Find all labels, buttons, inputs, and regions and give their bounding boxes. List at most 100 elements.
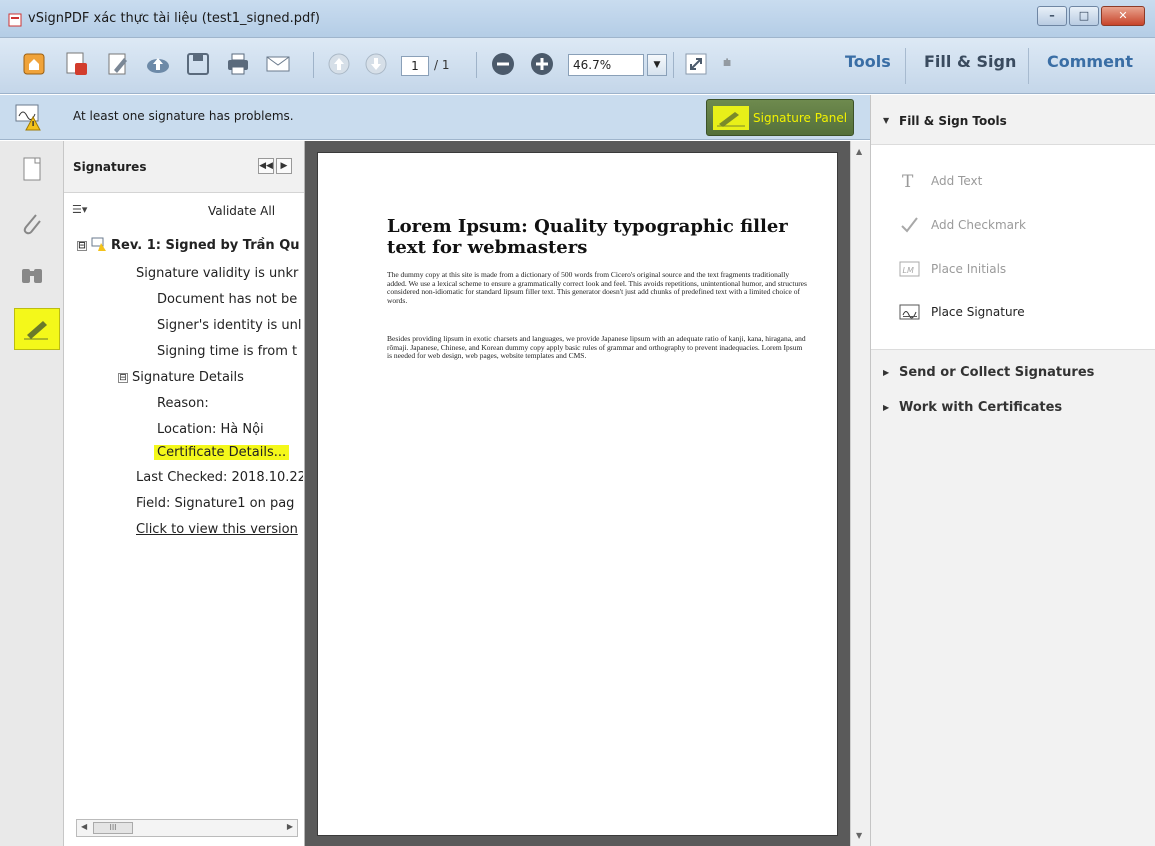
signature-panel-label: Signature Panel [753,111,848,125]
expand-arrow-icon: ▶ [883,368,890,377]
fill-sign-tools-header[interactable]: ▼ Fill & Sign Tools [871,95,1155,145]
tab-separator [905,48,906,84]
signature-problem-message: At least one signature has problems. [73,109,294,123]
document-title: Lorem Ipsum: Quality typographic filler … [387,216,788,258]
signature-panel-button[interactable]: Signature Panel [706,99,854,136]
title-bar: vSignPDF xác thực tài liệu (test1_signed… [0,0,1155,38]
app-icon [8,13,22,27]
scroll-up-arrow[interactable]: ▲ [856,147,862,156]
horizontal-scrollbar[interactable]: ◀ III ▶ [76,819,298,837]
zoom-out-icon[interactable] [489,50,517,78]
tree-item-last-checked[interactable]: Last Checked: 2018.10.22 [136,470,303,485]
signature-pen-icon [24,321,48,340]
send-collect-label: Send or Collect Signatures [899,365,1095,380]
scroll-thumb[interactable]: III [93,822,133,834]
fill-sign-tools-list: T Add Text Add Checkmark LM Place Initia… [871,145,1155,350]
fill-sign-tools-title: Fill & Sign Tools [899,114,1007,128]
create-pdf-icon[interactable] [62,50,90,78]
page-total: / 1 [434,58,450,72]
scroll-left-arrow[interactable]: ◀ [81,822,87,831]
signature-warning-icon [15,104,41,131]
expand-arrow-icon: ▶ [883,403,890,412]
signature-pen-icon [713,106,749,130]
signature-details-node[interactable]: ⊟ Signature Details [118,370,303,385]
revision-node[interactable]: ⊟ Rev. 1: Signed by Trần Qu [77,237,303,253]
signature-icon [899,304,920,320]
scroll-right-arrow[interactable]: ▶ [287,822,293,831]
signatures-panel-header: Signatures ◀◀ ▶ [64,141,304,193]
collapse-arrow-icon: ▼ [883,116,890,125]
signatures-panel: Signatures ◀◀ ▶ ☰▾ Validate All ⊟ Rev. 1:… [64,141,305,846]
tab-comment[interactable]: Comment [1047,52,1133,71]
vertical-scrollbar[interactable]: ▲ ▼ [850,141,870,846]
add-checkmark-label: Add Checkmark [931,218,1026,232]
initials-icon: LM [899,261,920,277]
signature-notification-bar: At least one signature has problems. Sig… [0,95,870,140]
home-icon[interactable] [20,50,48,78]
email-icon[interactable] [264,50,292,78]
document-paragraph-1: The dummy copy at this site is made from… [387,270,807,305]
expand-panel-button[interactable]: ▶ [276,158,292,174]
signature-options-menu[interactable]: ☰▾ [72,203,98,221]
svg-text:T: T [902,172,914,190]
cloud-upload-icon[interactable] [144,50,172,78]
minimize-button[interactable]: – [1037,6,1067,26]
collapse-panel-button[interactable]: ◀◀ [258,158,274,174]
collapse-toggle[interactable]: ⊟ [77,241,87,251]
add-text-label: Add Text [931,174,983,188]
tree-item-location[interactable]: Location: Hà Nội [157,422,303,437]
certificate-details-link[interactable]: Certificate Details... [154,445,303,460]
signature-warning-icon [91,237,106,251]
previous-page-icon[interactable] [325,50,353,78]
svg-text:LM: LM [903,266,914,275]
validate-all-button[interactable]: Validate All [208,204,275,218]
signatures-panel-title: Signatures [73,160,147,174]
view-version-link[interactable]: Click to view this version [136,522,303,537]
text-icon: T [902,172,914,190]
tab-fill-sign[interactable]: Fill & Sign [924,52,1016,71]
maximize-button[interactable]: □ [1069,6,1099,26]
document-viewport[interactable]: Lorem Ipsum: Quality typographic filler … [305,141,850,846]
toolbar-separator [476,52,477,78]
toolbar-separator [673,52,674,78]
certificate-details-label: Certificate Details... [154,445,290,460]
tree-item-reason[interactable]: Reason: [157,396,303,411]
main-toolbar: 1 / 1 46.7% ▼ ⩧ Tools Fill & Sign Commen… [0,38,1155,94]
save-icon[interactable] [184,50,212,78]
tree-item-validity[interactable]: Signature validity is unkr [136,266,303,281]
toolbar-overflow-icon[interactable]: ⩧ [723,55,731,71]
signatures-tab[interactable] [14,308,60,350]
pdf-page: Lorem Ipsum: Quality typographic filler … [317,152,838,836]
print-icon[interactable] [224,50,252,78]
collapse-toggle[interactable]: ⊟ [118,373,128,383]
tree-item-field[interactable]: Field: Signature1 on pag [136,496,303,511]
full-screen-icon[interactable] [682,50,710,78]
certificates-label: Work with Certificates [899,400,1063,415]
toolbar-separator [313,52,314,78]
zoom-input[interactable]: 46.7% [568,54,644,76]
close-button[interactable]: ✕ [1101,6,1145,26]
place-signature-label: Place Signature [931,305,1025,319]
window-title: vSignPDF xác thực tài liệu (test1_signed… [28,11,320,26]
zoom-in-icon[interactable] [528,50,556,78]
tab-tools[interactable]: Tools [845,52,891,71]
next-page-icon[interactable] [362,50,390,78]
checkmark-icon [901,217,918,233]
page-thumbnails-icon[interactable] [18,155,46,183]
zoom-dropdown-button[interactable]: ▼ [647,54,667,76]
search-binoculars-icon[interactable] [18,261,46,289]
signature-details-label: Signature Details [132,370,244,385]
revision-label: Rev. 1: Signed by Trần Qu [111,238,300,253]
attachments-icon[interactable] [18,209,46,237]
page-number-input[interactable]: 1 [401,56,429,76]
tree-item-document-modified[interactable]: Document has not be [157,292,303,307]
scroll-down-arrow[interactable]: ▼ [856,831,862,840]
fill-sign-pane: ▼ Fill & Sign Tools T Add Text Add Check… [870,95,1155,846]
tree-item-signer-identity[interactable]: Signer's identity is unl [157,318,303,333]
tree-item-signing-time[interactable]: Signing time is from t [157,344,303,359]
edit-document-icon[interactable] [104,50,132,78]
tab-separator [1028,48,1029,84]
place-initials-label: Place Initials [931,262,1007,276]
navigation-strip [0,141,64,846]
document-paragraph-2: Besides providing lipsum in exotic chars… [387,334,806,360]
